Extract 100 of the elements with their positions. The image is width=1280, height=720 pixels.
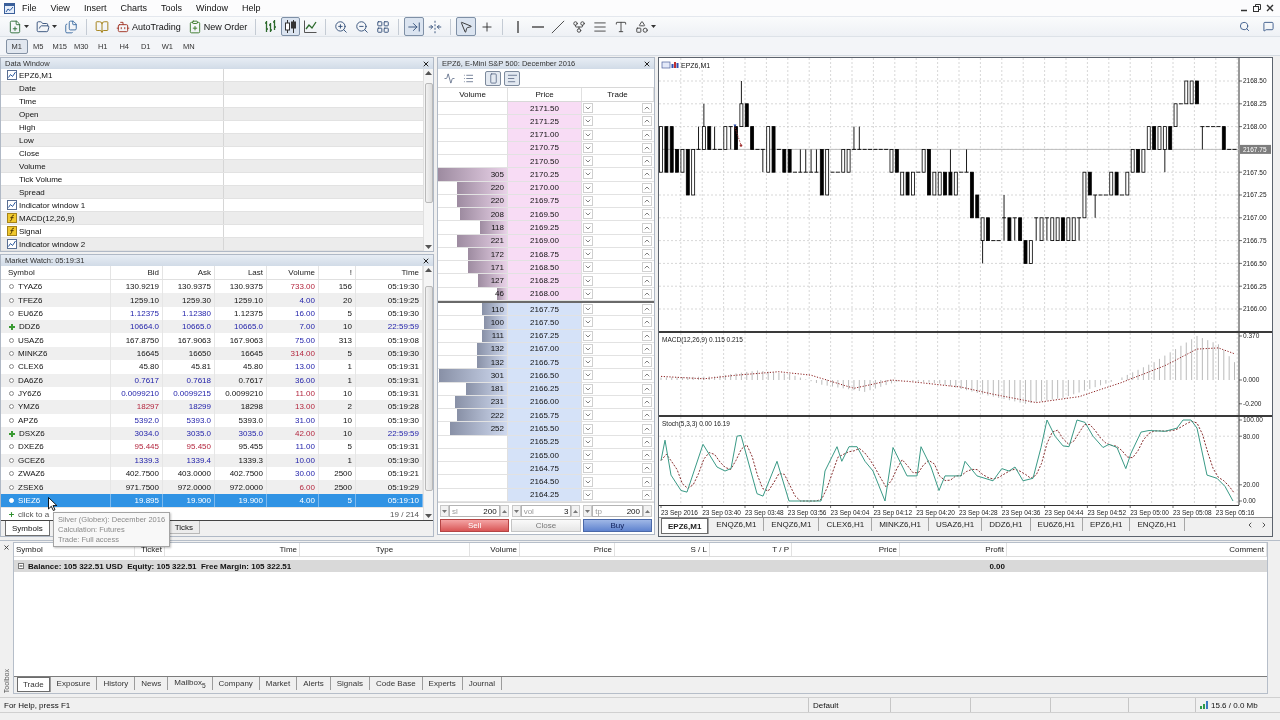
scroll-left-icon[interactable] xyxy=(1246,520,1254,529)
column-header[interactable]: Last xyxy=(215,266,267,279)
column-header[interactable]: Symbol xyxy=(14,543,135,556)
scrollbar-thumb[interactable] xyxy=(424,286,433,491)
column-header[interactable]: Price xyxy=(792,543,900,556)
buy-limit-button[interactable] xyxy=(642,476,652,487)
sell-limit-button[interactable] xyxy=(583,304,593,315)
chart-tab[interactable]: ENQZ6,H1 xyxy=(1130,518,1185,531)
close-icon[interactable] xyxy=(643,59,651,68)
sell-limit-button[interactable] xyxy=(583,423,593,434)
toolbox-tab[interactable]: History xyxy=(97,677,136,690)
connection-bars-icon[interactable] xyxy=(1200,701,1208,709)
spin-up-button[interactable] xyxy=(571,505,581,517)
spin-up-button[interactable] xyxy=(499,505,509,517)
sell-limit-button[interactable] xyxy=(583,196,593,206)
autotrading-button[interactable]: AutoTrading xyxy=(113,17,184,36)
scroll-up-icon[interactable] xyxy=(425,268,432,272)
menu-item[interactable]: Insert xyxy=(76,0,114,16)
close-icon[interactable] xyxy=(3,544,10,551)
sell-limit-button[interactable] xyxy=(583,235,593,246)
scroll-up-icon[interactable] xyxy=(425,71,432,75)
plus-icon[interactable] xyxy=(8,510,15,518)
buy-limit-button[interactable] xyxy=(642,169,652,180)
buy-limit-button[interactable] xyxy=(642,142,652,153)
toolbox-tab[interactable]: Code Base xyxy=(370,677,423,690)
sell-limit-button[interactable] xyxy=(583,262,593,273)
cursor-button[interactable] xyxy=(456,17,477,36)
buy-limit-button[interactable] xyxy=(642,343,652,354)
buy-limit-button[interactable] xyxy=(642,249,652,260)
symbol-row[interactable]: DDZ6 10664.0 10665.0 10665.0 7.00 10 22:59:59 xyxy=(1,320,423,334)
toolbox-tab[interactable]: Company xyxy=(212,677,260,690)
toolbox-tab[interactable]: Alerts xyxy=(297,677,331,690)
column-header[interactable]: Bid xyxy=(111,266,163,279)
buy-limit-button[interactable] xyxy=(642,489,652,500)
column-header[interactable]: Ask xyxy=(163,266,215,279)
sell-limit-button[interactable] xyxy=(583,489,593,500)
column-header[interactable]: Volume xyxy=(470,543,520,556)
sell-limit-button[interactable] xyxy=(583,370,593,381)
menu-item[interactable]: Charts xyxy=(113,0,154,16)
buy-limit-button[interactable] xyxy=(642,129,652,140)
buy-button[interactable]: Buy xyxy=(582,519,652,532)
buy-limit-button[interactable] xyxy=(642,450,652,461)
input-field[interactable]: vol 3 xyxy=(520,505,572,517)
toolbox-tab[interactable]: News xyxy=(135,677,169,690)
new-order-button[interactable]: New Order xyxy=(184,17,251,36)
sell-limit-button[interactable] xyxy=(583,209,593,220)
add-symbol-hint[interactable]: click to a xyxy=(18,509,50,519)
profile-name[interactable]: Default xyxy=(813,700,839,710)
sell-limit-button[interactable] xyxy=(583,410,593,421)
close-icon[interactable] xyxy=(1266,4,1274,12)
column-header[interactable]: Profit xyxy=(900,543,1007,556)
close-position-button[interactable]: Close xyxy=(511,519,581,532)
close-icon[interactable] xyxy=(422,256,430,265)
column-header[interactable]: Price xyxy=(520,543,615,556)
menu-item[interactable]: Tools xyxy=(153,0,189,16)
sell-limit-button[interactable] xyxy=(583,142,593,153)
column-header[interactable]: Comment xyxy=(1007,543,1267,556)
buy-limit-button[interactable] xyxy=(642,196,652,206)
buy-limit-button[interactable] xyxy=(642,103,652,114)
menu-item[interactable]: View xyxy=(43,0,77,16)
restore-icon[interactable] xyxy=(1253,4,1261,12)
chat-icon[interactable] xyxy=(1263,21,1274,32)
column-header[interactable]: T / P xyxy=(710,543,792,556)
chart-tab[interactable]: EU6Z6,H1 xyxy=(1030,518,1083,531)
chart-tab[interactable]: DDZ6,H1 xyxy=(982,518,1031,531)
buy-limit-button[interactable] xyxy=(642,357,652,368)
chart-tab[interactable]: ENQZ6,M1 xyxy=(764,518,820,531)
scrollbar[interactable] xyxy=(423,266,433,520)
dom-tool-button[interactable] xyxy=(504,70,520,86)
buy-limit-button[interactable] xyxy=(642,262,652,273)
buy-limit-button[interactable] xyxy=(642,396,652,407)
chart-tab[interactable]: CLEX6,H1 xyxy=(819,518,873,531)
symbol-row[interactable]: TFEZ6 1259.10 1259.30 1259.10 4.00 20 05:19:25 xyxy=(1,293,423,307)
scrollbar-thumb[interactable] xyxy=(424,83,433,203)
toolbox-tab[interactable]: Experts xyxy=(422,677,463,690)
toolbox-tab[interactable]: Trade xyxy=(17,677,51,692)
buy-limit-button[interactable] xyxy=(642,275,652,286)
input-field[interactable]: sl 200 xyxy=(449,505,500,517)
chart-tab[interactable]: EPZ6,M1 xyxy=(661,518,710,534)
column-header[interactable]: Volume xyxy=(267,266,319,279)
buy-limit-button[interactable] xyxy=(642,383,652,394)
candlestick-chart-button[interactable] xyxy=(281,17,301,36)
buy-limit-button[interactable] xyxy=(642,436,652,447)
scroll-down-icon[interactable] xyxy=(425,245,432,249)
column-header[interactable]: S / L xyxy=(615,543,710,556)
sell-limit-button[interactable] xyxy=(583,169,593,180)
toolbox-tab[interactable]: Exposure xyxy=(50,677,98,690)
search-icon[interactable] xyxy=(1239,21,1250,32)
symbol-row[interactable]: YMZ6 18297 18299 18298 13.00 2 05:19:28 xyxy=(1,400,423,414)
sell-limit-button[interactable] xyxy=(583,129,593,140)
toolbox-tab[interactable]: Mailbox$_{5}$ xyxy=(168,677,213,690)
buy-limit-button[interactable] xyxy=(642,304,652,315)
buy-limit-button[interactable] xyxy=(642,410,652,421)
spin-down-button[interactable] xyxy=(440,505,449,517)
auto-scroll-button[interactable] xyxy=(404,17,425,36)
sell-limit-button[interactable] xyxy=(583,343,593,354)
dom-tool-button[interactable] xyxy=(485,70,501,86)
sell-limit-button[interactable] xyxy=(583,396,593,407)
buy-limit-button[interactable] xyxy=(642,116,652,127)
spin-down-button[interactable] xyxy=(511,505,521,517)
